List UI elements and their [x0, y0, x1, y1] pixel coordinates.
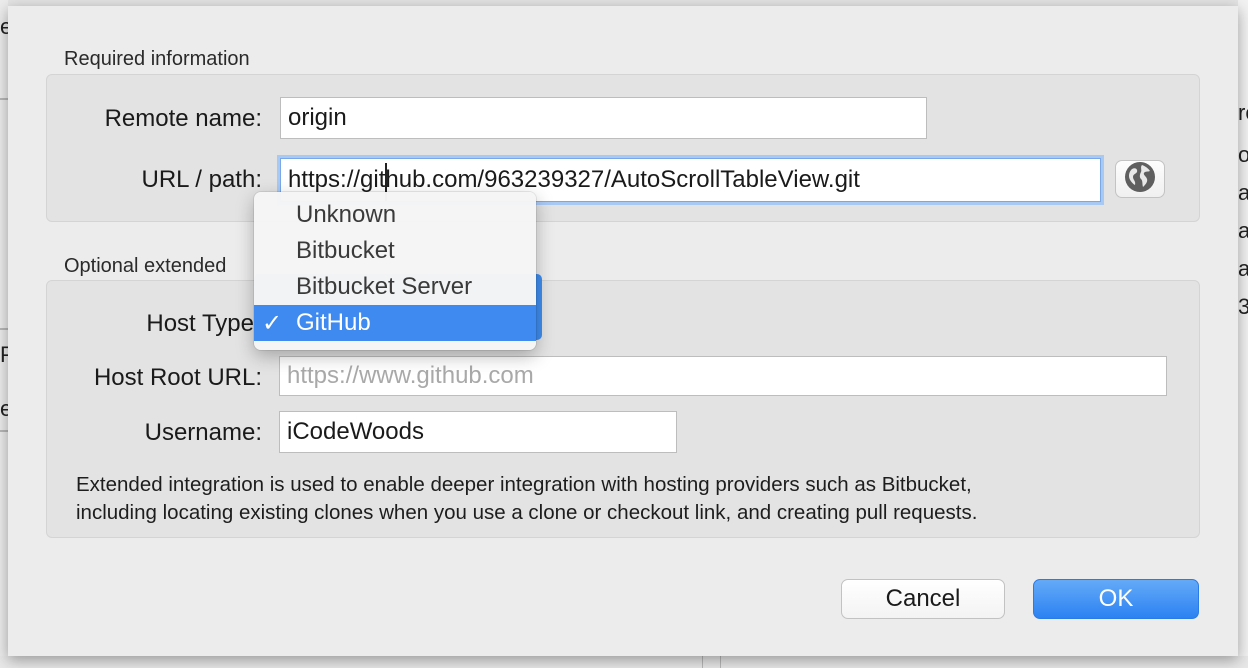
ok-button[interactable]: OK [1033, 579, 1199, 619]
background-left-panel [0, 0, 8, 668]
menu-item-label: Unknown [296, 201, 397, 228]
username-value: iCodeWoods [287, 418, 424, 445]
menu-item-label: GitHub [296, 309, 371, 336]
background-text: ar [1238, 180, 1248, 205]
background-separator [702, 656, 703, 668]
background-text: 32 [1238, 294, 1248, 319]
remote-settings-sheet: Required information Remote name: origin… [8, 6, 1238, 656]
required-section-title: Required information [64, 48, 250, 70]
description-line: including locating existing clones when … [76, 501, 978, 524]
menu-item-unknown[interactable]: Unknown [254, 197, 536, 233]
menu-item-bitbucket[interactable]: Bitbucket [254, 233, 536, 269]
host-type-label: Host Type [146, 310, 254, 337]
globe-icon [1123, 160, 1157, 199]
background-text: Pa [0, 342, 8, 367]
host-root-url-placeholder: https://www.github.com [287, 362, 534, 389]
username-field[interactable]: iCodeWoods [279, 411, 677, 453]
background-text: o [1238, 142, 1248, 167]
background-text: ro [1238, 100, 1248, 125]
menu-item-label: Bitbucket Server [296, 273, 473, 300]
background-text: e [0, 396, 8, 421]
integration-description: Extended integration is used to enable d… [76, 471, 1186, 527]
optional-section-title: Optional extended [64, 255, 227, 277]
menu-item-label: Bitbucket [296, 237, 395, 264]
menu-item-github[interactable]: ✓ GitHub [254, 305, 536, 341]
background-divider [0, 328, 8, 330]
background-text: ar [1238, 256, 1248, 281]
background-separator [720, 656, 721, 668]
cancel-button[interactable]: Cancel [841, 579, 1005, 619]
url-path-value: https://github.com/963239327/AutoScrollT… [288, 166, 860, 193]
browse-button[interactable] [1115, 160, 1165, 198]
host-root-url-field[interactable]: https://www.github.com [279, 356, 1167, 396]
url-path-label: URL / path: [141, 166, 262, 193]
background-text: ar [1238, 218, 1248, 243]
background-bottom-bar [0, 656, 1248, 668]
background-divider [0, 98, 8, 100]
checkmark-icon: ✓ [262, 309, 283, 337]
remote-name-value: origin [288, 104, 347, 131]
background-text: es [0, 14, 8, 39]
background-divider [0, 430, 8, 432]
menu-item-bitbucket-server[interactable]: Bitbucket Server [254, 269, 536, 305]
remote-name-label: Remote name: [104, 105, 262, 132]
host-type-menu: Unknown Bitbucket Bitbucket Server ✓ Git… [254, 192, 536, 350]
username-label: Username: [144, 419, 262, 446]
host-root-url-label: Host Root URL: [93, 364, 262, 391]
remote-name-field[interactable]: origin [280, 97, 927, 139]
description-line: Extended integration is used to enable d… [76, 473, 972, 496]
